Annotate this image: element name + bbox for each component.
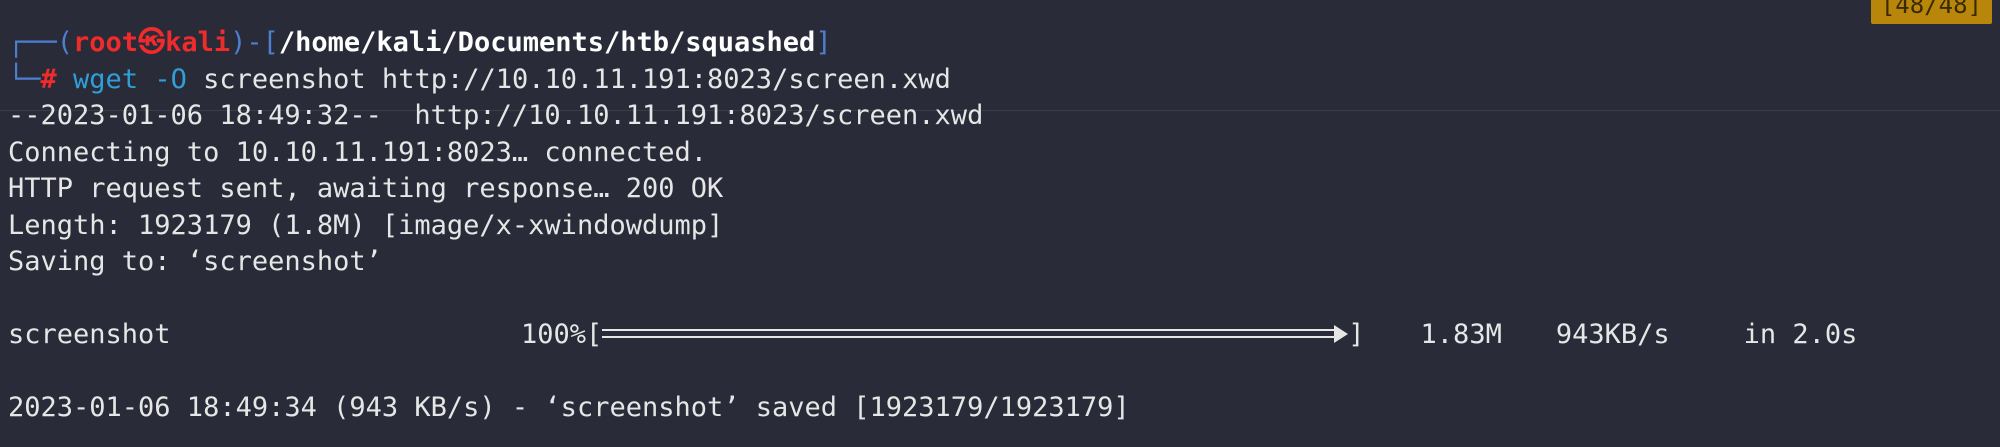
prompt-box-mid: )-[	[230, 27, 279, 58]
progress-bar-rail-top	[602, 328, 1337, 331]
tmux-pane-indicator: [48/48]	[1870, 0, 1992, 24]
output-blank-line-2	[0, 354, 2000, 391]
output-line-saved: 2023-01-06 18:49:34 (943 KB/s) - ‘screen…	[8, 392, 1130, 423]
prompt-hash: #	[40, 63, 57, 95]
progress-bar-rail-bottom	[602, 335, 1337, 338]
command-name: wget	[73, 63, 139, 95]
output-blank-line	[0, 281, 2000, 318]
pane-indicator-text: [48/48]	[1880, 0, 1982, 19]
progress-percent: 100%[	[521, 319, 603, 350]
prompt-box-close: ]	[815, 27, 832, 58]
output-line-connecting: Connecting to 10.10.11.191:8023… connect…	[8, 136, 707, 168]
prompt-line-2[interactable]: └─# wget -O screenshot http://10.10.11.1…	[0, 62, 2000, 99]
progress-speed: 943KB/s	[1555, 319, 1670, 350]
terminal-window[interactable]: [48/48] ┌──(root㉿kali)-[/home/kali/Docum…	[0, 0, 2000, 447]
prompt-line-1: ┌──(root㉿kali)-[/home/kali/Documents/htb…	[0, 25, 2000, 62]
prompt-user: root	[73, 27, 139, 58]
progress-bar	[602, 324, 1349, 344]
progress-bar-arrow-icon	[1334, 324, 1349, 343]
output-line-http-status: HTTP request sent, awaiting response… 20…	[8, 173, 724, 204]
prompt-skull-icon: ㉿	[138, 27, 166, 58]
prompt-line2-box: └─	[8, 63, 41, 95]
prompt-box-open: ┌──(	[8, 27, 74, 58]
output-line-saving: Saving to: ‘screenshot’	[8, 246, 382, 277]
prompt-host: kali	[165, 27, 231, 58]
download-progress-line: screenshot 100%[] 1.83M 943KB/s in 2.0s	[0, 317, 2000, 354]
prompt-path: /home/kali/Documents/htb/squashed	[278, 27, 816, 58]
output-line-length: Length: 1923179 (1.8M) [image/x-xwindowd…	[8, 209, 724, 241]
progress-time: in 2.0s	[1743, 319, 1858, 350]
progress-close: ]	[1348, 319, 1365, 350]
command-flag: -O	[154, 63, 187, 95]
output-line-timestamp: --2023-01-06 18:49:32-- http://10.10.11.…	[8, 100, 984, 131]
progress-size: 1.83M	[1420, 319, 1502, 350]
progress-filename: screenshot	[8, 319, 171, 350]
command-args: screenshot http://10.10.11.191:8023/scre…	[203, 63, 951, 95]
